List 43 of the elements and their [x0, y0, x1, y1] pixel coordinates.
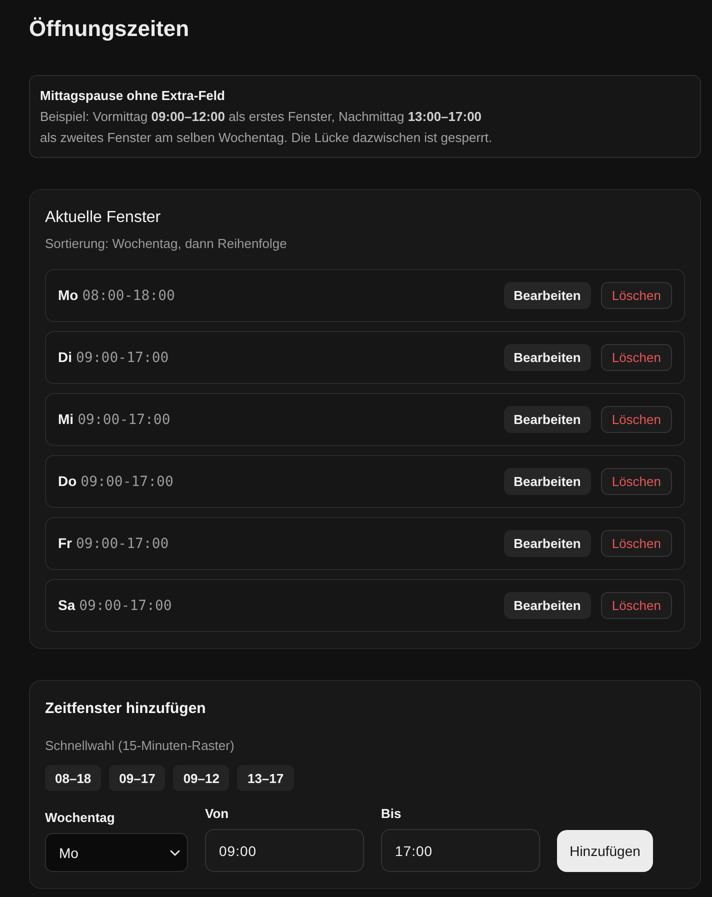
delete-button[interactable]: Löschen [600, 530, 672, 557]
time-range: 09:00-17:00 [76, 350, 169, 366]
from-label: Von [205, 805, 229, 823]
preset-chip[interactable]: 09–17 [109, 765, 166, 791]
preset-chip[interactable]: 08–18 [45, 765, 102, 791]
page-title: Öffnungszeiten [29, 15, 190, 43]
edit-button[interactable]: Bearbeiten [504, 282, 591, 309]
time-range: 09:00-17:00 [79, 598, 172, 614]
info-title: Mittagspause ohne Extra-Feld [40, 87, 225, 105]
weekday-label: Wochentag [45, 809, 115, 827]
from-time-field[interactable]: 09:00 [205, 829, 364, 872]
info-text: Beispiel: Vormittag 09:00–12:00 als erstes Fenster, Nachmittag 13:00–17:00 als zweites Fenster am selben Wochentag. Die Lücke dazwischen ist gesperrt. [40, 108, 494, 147]
weekday-label: Di [58, 349, 72, 365]
edit-button[interactable]: Bearbeiten [504, 468, 591, 495]
delete-button[interactable]: Löschen [600, 344, 672, 371]
quick-select-label: Schnellwahl (15-Minuten-Raster) [45, 737, 234, 755]
weekday-label: Mi [58, 411, 74, 427]
edit-button[interactable]: Bearbeiten [504, 344, 591, 371]
weekday-select[interactable]: Mo [45, 833, 188, 872]
edit-button[interactable]: Bearbeiten [504, 592, 591, 619]
edit-button[interactable]: Bearbeiten [504, 406, 591, 433]
delete-button[interactable]: Löschen [600, 468, 672, 495]
delete-button[interactable]: Löschen [600, 406, 672, 433]
add-button[interactable]: Hinzufügen [557, 830, 653, 872]
sort-hint: Sortierung: Wochentag, dann Reihenfolge [45, 235, 287, 253]
caret-icon [170, 850, 180, 856]
to-label: Bis [381, 805, 402, 823]
to-time-field[interactable]: 17:00 [381, 829, 540, 872]
weekday-label: Do [58, 473, 77, 489]
delete-button[interactable]: Löschen [600, 592, 672, 619]
preset-chip[interactable]: 13–17 [237, 765, 294, 791]
card-title: Aktuelle Fenster [45, 208, 161, 228]
card-title: Zeitfenster hinzufügen [45, 699, 206, 719]
preset-chip[interactable]: 09–12 [173, 765, 230, 791]
weekday-label: Fr [58, 535, 72, 551]
delete-button[interactable]: Löschen [600, 282, 672, 309]
edit-button[interactable]: Bearbeiten [504, 530, 591, 557]
weekday-label: Mo [58, 287, 78, 303]
weekday-label: Sa [58, 597, 76, 613]
time-range: 09:00-17:00 [80, 474, 174, 490]
time-range: 08:00-18:00 [82, 288, 175, 304]
time-range: 09:00-17:00 [78, 412, 170, 428]
time-range: 09:00-17:00 [76, 536, 169, 552]
